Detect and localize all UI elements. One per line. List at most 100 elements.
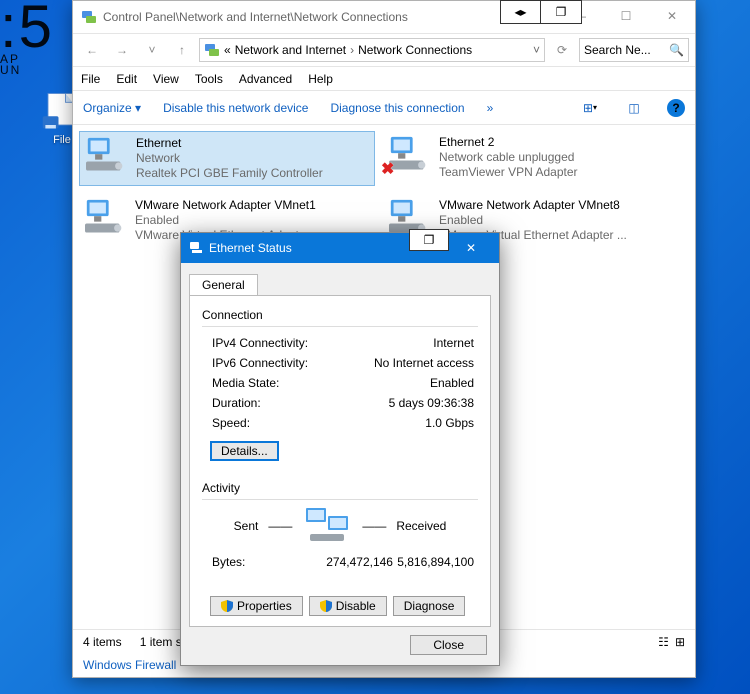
duration-label: Duration: [202, 393, 322, 413]
tiles-view-icon[interactable]: ⊞ [675, 635, 685, 649]
nic-icon-unplugged [387, 135, 431, 175]
address-dropdown-icon[interactable]: ˅ [533, 43, 540, 57]
adapter-status: Enabled [439, 213, 627, 228]
windows-firewall-link[interactable]: Windows Firewall [83, 658, 176, 672]
titlebar[interactable]: Control Panel\Network and Internet\Netwo… [73, 1, 695, 33]
tab-body: Connection IPv4 Connectivity:Internet IP… [189, 295, 491, 627]
menu-edit[interactable]: Edit [116, 72, 137, 86]
speed-label: Speed: [202, 413, 322, 433]
overlay-maximize-icon[interactable]: ❐ [541, 1, 581, 23]
help-button[interactable]: ? [667, 99, 685, 117]
properties-button-label: Properties [237, 599, 292, 613]
up-button[interactable]: ↑ [169, 37, 195, 63]
bytes-received: 5,816,894,100 [397, 552, 478, 572]
adapter-name: VMware Network Adapter VMnet1 [135, 198, 323, 213]
organize-button[interactable]: Organize ▾ [83, 101, 141, 115]
dash-icon: —— [268, 519, 292, 533]
search-input[interactable]: Search Ne... 🔍 [579, 38, 689, 62]
dialog-close-button[interactable]: ✕ [451, 237, 491, 259]
search-icon: 🔍 [669, 43, 684, 57]
dash-icon: —— [362, 519, 386, 533]
breadcrumb-network-connections[interactable]: Network Connections [358, 43, 472, 57]
dialog-overlay-maximize-icon[interactable]: ❐ [409, 229, 449, 251]
command-bar: Organize ▾ Disable this network device D… [73, 91, 695, 125]
nav-bar: ← → ˅ ↑ « Network and Internet › Network… [73, 33, 695, 67]
close-button[interactable]: ✕ [649, 1, 695, 31]
shield-icon [320, 600, 332, 612]
tab-general[interactable]: General [189, 274, 258, 295]
menu-tools[interactable]: Tools [195, 72, 223, 86]
close-button[interactable]: Close [410, 635, 487, 655]
search-placeholder: Search Ne... [584, 43, 651, 57]
item-count: 4 items [83, 635, 122, 649]
properties-button[interactable]: Properties [210, 596, 303, 616]
network-icon [81, 9, 97, 25]
nic-icon [84, 136, 128, 176]
recent-dropdown[interactable]: ˅ [139, 37, 165, 63]
chevron-right-icon: › [350, 43, 354, 57]
selected-count: 1 item s [140, 635, 182, 649]
menu-bar: File Edit View Tools Advanced Help [73, 67, 695, 91]
disable-button[interactable]: Disable [309, 596, 387, 616]
two-computers-icon [302, 506, 352, 546]
refresh-button[interactable]: ⟳ [549, 37, 575, 63]
diagnose-button[interactable]: Diagnose [393, 596, 466, 616]
window-title: Control Panel\Network and Internet\Netwo… [103, 10, 408, 24]
ipv6-label: IPv6 Connectivity: [202, 353, 322, 373]
diagnose-button-label: Diagnose [404, 599, 455, 613]
view-options-button[interactable]: ⊞▾ [579, 97, 601, 119]
media-state-label: Media State: [202, 373, 322, 393]
breadcrumb-pre: « [224, 43, 231, 57]
adapter-name: Ethernet [136, 136, 323, 151]
media-state-value: Enabled [322, 373, 478, 393]
duration-value: 5 days 09:36:38 [322, 393, 478, 413]
dialog-titlebar[interactable]: Ethernet Status ✕ [181, 233, 499, 263]
nic-icon [83, 198, 127, 238]
breadcrumb-network-internet[interactable]: Network and Internet [235, 43, 346, 57]
adapter-ethernet2[interactable]: Ethernet 2 Network cable unplugged TeamV… [383, 131, 679, 186]
adapter-desc: TeamViewer VPN Adapter [439, 165, 578, 180]
connection-group-label: Connection [202, 308, 478, 322]
bytes-label: Bytes: [202, 552, 322, 572]
preview-pane-button[interactable]: ◫ [623, 97, 645, 119]
activity-group-label: Activity [202, 481, 478, 495]
maximize-button[interactable]: ☐ [603, 1, 649, 31]
network-icon [204, 42, 220, 58]
details-view-icon[interactable]: ☷ [658, 635, 669, 649]
nic-icon [189, 241, 203, 255]
details-button[interactable]: Details... [210, 441, 279, 461]
shield-icon [221, 600, 233, 612]
disable-button-label: Disable [336, 599, 376, 613]
disable-device-button[interactable]: Disable this network device [163, 101, 308, 115]
menu-view[interactable]: View [153, 72, 179, 86]
tab-strip: General [181, 269, 499, 295]
back-button[interactable]: ← [79, 37, 105, 63]
adapter-status: Network cable unplugged [439, 150, 578, 165]
bytes-sent: 274,472,146 [322, 552, 397, 572]
ipv4-label: IPv4 Connectivity: [202, 333, 322, 353]
more-commands-button[interactable]: » [487, 101, 494, 115]
adapter-status: Network [136, 151, 323, 166]
ipv6-value: No Internet access [322, 353, 478, 373]
adapter-desc: Realtek PCI GBE Family Controller [136, 166, 323, 181]
adapter-name: Ethernet 2 [439, 135, 578, 150]
diagnose-button[interactable]: Diagnose this connection [330, 101, 464, 115]
ipv4-value: Internet [322, 333, 478, 353]
dialog-title: Ethernet Status [209, 241, 292, 255]
adapter-name: VMware Network Adapter VMnet8 [439, 198, 627, 213]
received-label: Received [396, 519, 446, 533]
forward-button[interactable]: → [109, 37, 135, 63]
activity-diagram: Sent —— —— Received [202, 506, 478, 546]
menu-help[interactable]: Help [308, 72, 333, 86]
overlay-switch-icon[interactable]: ◂▸ [501, 1, 541, 23]
address-bar[interactable]: « Network and Internet › Network Connect… [199, 38, 545, 62]
speed-value: 1.0 Gbps [322, 413, 478, 433]
ethernet-status-dialog: ❐ Ethernet Status ✕ General Connection I… [180, 232, 500, 666]
titlebar-overlay-buttons: ◂▸ ❐ [500, 0, 582, 24]
adapter-ethernet[interactable]: Ethernet Network Realtek PCI GBE Family … [79, 131, 375, 186]
menu-file[interactable]: File [81, 72, 100, 86]
desktop-clock-fragment: :5 AP UN [0, 0, 54, 76]
sent-label: Sent [234, 519, 259, 533]
menu-advanced[interactable]: Advanced [239, 72, 292, 86]
adapter-status: Enabled [135, 213, 323, 228]
